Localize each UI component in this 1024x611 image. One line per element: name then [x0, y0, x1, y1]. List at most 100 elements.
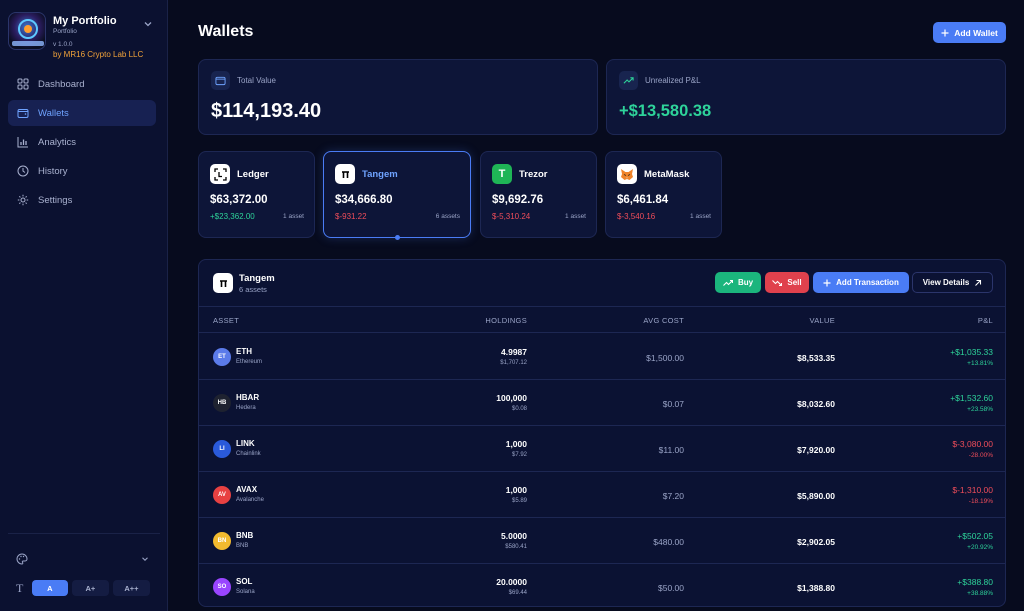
wallet-pnl: $-3,540.16 [617, 212, 656, 221]
sidebar-item-settings[interactable]: Settings [8, 187, 156, 213]
asset-pnl-percent: +23.58% [967, 406, 993, 413]
chevron-down-icon [142, 557, 148, 562]
app-version: v 1.0.0 [53, 41, 73, 48]
chart-icon [17, 137, 28, 148]
asset-pnl: $-1,310.00 [952, 485, 993, 495]
page-title: Wallets [198, 23, 254, 40]
sell-button[interactable]: Sell [765, 272, 809, 293]
asset-value: $5,890.00 [797, 491, 835, 501]
asset-symbol: SOL [236, 577, 253, 586]
wallet-card-tangem[interactable]: Tangem $34,666.80 $-931.22 6 assets [323, 151, 471, 240]
sell-label: Sell [787, 278, 802, 287]
asset-value: $8,533.35 [797, 353, 835, 363]
holdings-price: $1,707.12 [500, 360, 527, 366]
sidebar-item-analytics[interactable]: Analytics [8, 129, 156, 155]
wallet-asset-count: 1 asset [565, 213, 586, 220]
avg-cost: $7.20 [662, 491, 684, 501]
asset-value: $8,032.60 [797, 399, 835, 409]
link-coin-icon: LI [213, 440, 231, 458]
sidebar-item-dashboard[interactable]: Dashboard [8, 71, 156, 97]
wallet-name: Ledger [237, 169, 269, 180]
column-header-avg-cost: AVG COST [643, 316, 684, 325]
wallet-name: Trezor [519, 169, 548, 180]
asset-symbol: HBAR [236, 393, 260, 402]
table-row[interactable]: ET ETH Ethereum 4.9987 $1,707.12 $1,500.… [199, 334, 1005, 380]
asset-symbol: LINK [236, 439, 255, 448]
sidebar-item-history[interactable]: History [8, 158, 156, 184]
trezor-icon: T [492, 164, 512, 184]
wallet-value: $6,461.84 [617, 194, 669, 206]
wallet-card-ledger[interactable]: Ledger $63,372.00 +$23,362.00 1 asset [198, 151, 315, 238]
holdings: 1,000 [505, 485, 527, 495]
asset-pnl-percent: +38.88% [967, 590, 993, 597]
sidebar-item-label: Wallets [38, 107, 69, 119]
add-wallet-button[interactable]: Add Wallet [933, 22, 1006, 43]
wallet-card-metamask[interactable]: MetaMask $6,461.84 $-3,540.16 1 asset [605, 151, 722, 238]
add-transaction-button[interactable]: Add Transaction [813, 272, 909, 293]
avg-cost: $0.07 [662, 399, 684, 409]
holdings-price: $580.41 [505, 544, 527, 550]
holdings: 20.0000 [496, 577, 527, 587]
wallet-detail-panel: Tangem 6 assets Buy Sell Add Transaction… [198, 259, 1006, 607]
wallet-name: MetaMask [644, 169, 690, 180]
add-wallet-label: Add Wallet [954, 27, 998, 38]
sol-coin-icon: SO [213, 578, 231, 596]
table-header: ASSET HOLDINGS AVG COST VALUE P&L [199, 308, 1005, 333]
brand-header[interactable]: My Portfolio Portfolio v 1.0.0 by MR16 C… [8, 12, 160, 62]
holdings-price: $7.92 [511, 452, 527, 458]
total-value-card: Total Value $114,193.40 [198, 59, 598, 135]
buy-button[interactable]: Buy [715, 272, 761, 293]
holdings-price: $5.89 [511, 498, 527, 504]
asset-value: $2,902.05 [797, 537, 835, 547]
sidebar: My Portfolio Portfolio v 1.0.0 by MR16 C… [0, 0, 168, 611]
table-row[interactable]: HB HBAR Hedera 100,000 $0.08 $0.07 $8,03… [199, 380, 1005, 426]
font-size-large-button[interactable]: A++ [112, 580, 151, 596]
sidebar-item-label: Settings [38, 194, 73, 206]
add-transaction-label: Add Transaction [836, 278, 899, 287]
table-row[interactable]: AV AVAX Avalanche 1,000 $5.89 $7.20 $5,8… [199, 472, 1005, 518]
plus-icon [823, 279, 831, 286]
total-value-label: Total Value [237, 76, 276, 85]
table-row[interactable]: SO SOL Solana 20.0000 $69.44 $50.00 $1,3… [199, 564, 1005, 606]
table-row[interactable]: BN BNB BNB 5.0000 $580.41 $480.00 $2,902… [199, 518, 1005, 564]
total-value: $114,193.40 [211, 100, 322, 122]
avg-cost: $50.00 [658, 583, 684, 593]
column-header-pnl: P&L [977, 316, 993, 325]
asset-name: Avalanche [236, 497, 264, 503]
portfolio-subtitle: Portfolio [53, 28, 77, 35]
text-size-icon: T [16, 580, 24, 595]
asset-value: $1,388.80 [797, 583, 835, 593]
holdings: 1,000 [505, 439, 527, 449]
asset-pnl-percent: +13.81% [967, 360, 993, 367]
font-size-selector: T A A+ A++ [16, 580, 151, 596]
font-size-medium-button[interactable]: A+ [71, 580, 109, 596]
asset-name: BNB [236, 543, 249, 549]
sidebar-item-label: Analytics [38, 136, 77, 148]
trend-up-icon [723, 279, 733, 286]
asset-value: $7,920.00 [797, 445, 835, 455]
unrealized-pnl-card: Unrealized P&L +$13,580.38 [606, 59, 1006, 135]
avg-cost: $1,500.00 [646, 353, 684, 363]
chevron-down-icon[interactable] [142, 18, 154, 30]
column-header-holdings: HOLDINGS [485, 316, 527, 325]
theme-selector[interactable] [16, 552, 150, 566]
clock-icon [17, 165, 29, 177]
asset-symbol: ETH [236, 347, 252, 356]
holdings-price: $69.44 [508, 590, 527, 596]
sidebar-nav: Dashboard Wallets Analytics History Sett… [8, 71, 156, 216]
sidebar-item-wallets[interactable]: Wallets [8, 100, 156, 126]
buy-label: Buy [737, 278, 754, 287]
asset-pnl-percent: +20.92% [967, 544, 993, 551]
wallet-value: $34,666.80 [335, 194, 393, 206]
wallet-value: $9,692.76 [492, 194, 544, 206]
unrealized-pnl-value: +$13,580.38 [619, 102, 712, 120]
sidebar-divider [8, 533, 160, 534]
avg-cost: $11.00 [658, 445, 684, 455]
wallet-card-trezor[interactable]: T Trezor $9,692.76 $-5,310.24 1 asset [480, 151, 597, 238]
font-size-small-button[interactable]: A [31, 580, 68, 596]
view-details-button[interactable]: View Details [912, 272, 993, 293]
avax-coin-icon: AV [213, 486, 231, 504]
table-row[interactable]: LI LINK Chainlink 1,000 $7.92 $11.00 $7,… [199, 426, 1005, 472]
bnb-coin-icon: BN [213, 532, 231, 550]
trend-up-icon [619, 71, 638, 90]
